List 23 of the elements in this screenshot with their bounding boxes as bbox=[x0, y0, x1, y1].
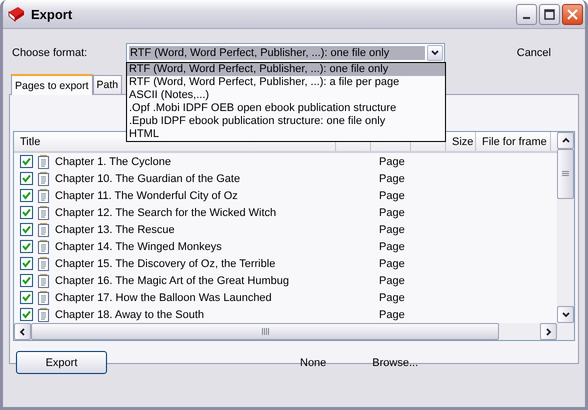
page-type: Page bbox=[379, 308, 405, 320]
page-type: Page bbox=[379, 240, 405, 252]
page-title: Chapter 12. The Search for the Wicked Witch bbox=[55, 206, 276, 218]
path-value: None bbox=[300, 356, 326, 368]
page-title: Chapter 10. The Guardian of the Gate bbox=[55, 172, 240, 184]
page-title: Chapter 1. The Cyclone bbox=[55, 156, 171, 168]
page-type: Page bbox=[379, 274, 405, 286]
page-title: Chapter 11. The Wonderful City of Oz bbox=[55, 190, 238, 202]
page-type: Page bbox=[379, 172, 405, 184]
page-title: Chapter 14. The Winged Monkeys bbox=[55, 240, 222, 252]
page-type: Page bbox=[379, 292, 405, 304]
page-title: Chapter 15. The Discovery of Oz, the Terrible bbox=[55, 258, 276, 270]
page-type: Page bbox=[379, 156, 405, 168]
page-title: Chapter 13. The Rescue bbox=[55, 224, 175, 236]
format-label: Choose format: bbox=[11, 47, 88, 59]
page-title: Chapter 16. The Magic Art of the Great Humbug bbox=[55, 274, 289, 286]
page-type: Page bbox=[379, 206, 405, 218]
page-title: Chapter 18. Away to the South bbox=[55, 308, 204, 320]
page-type: Page bbox=[379, 190, 405, 202]
page-type: Page bbox=[379, 258, 405, 270]
window-title: Export bbox=[31, 6, 74, 22]
page-type: Page bbox=[379, 224, 405, 236]
page-title: Chapter 17. How the Balloon Was Launched bbox=[55, 292, 272, 304]
